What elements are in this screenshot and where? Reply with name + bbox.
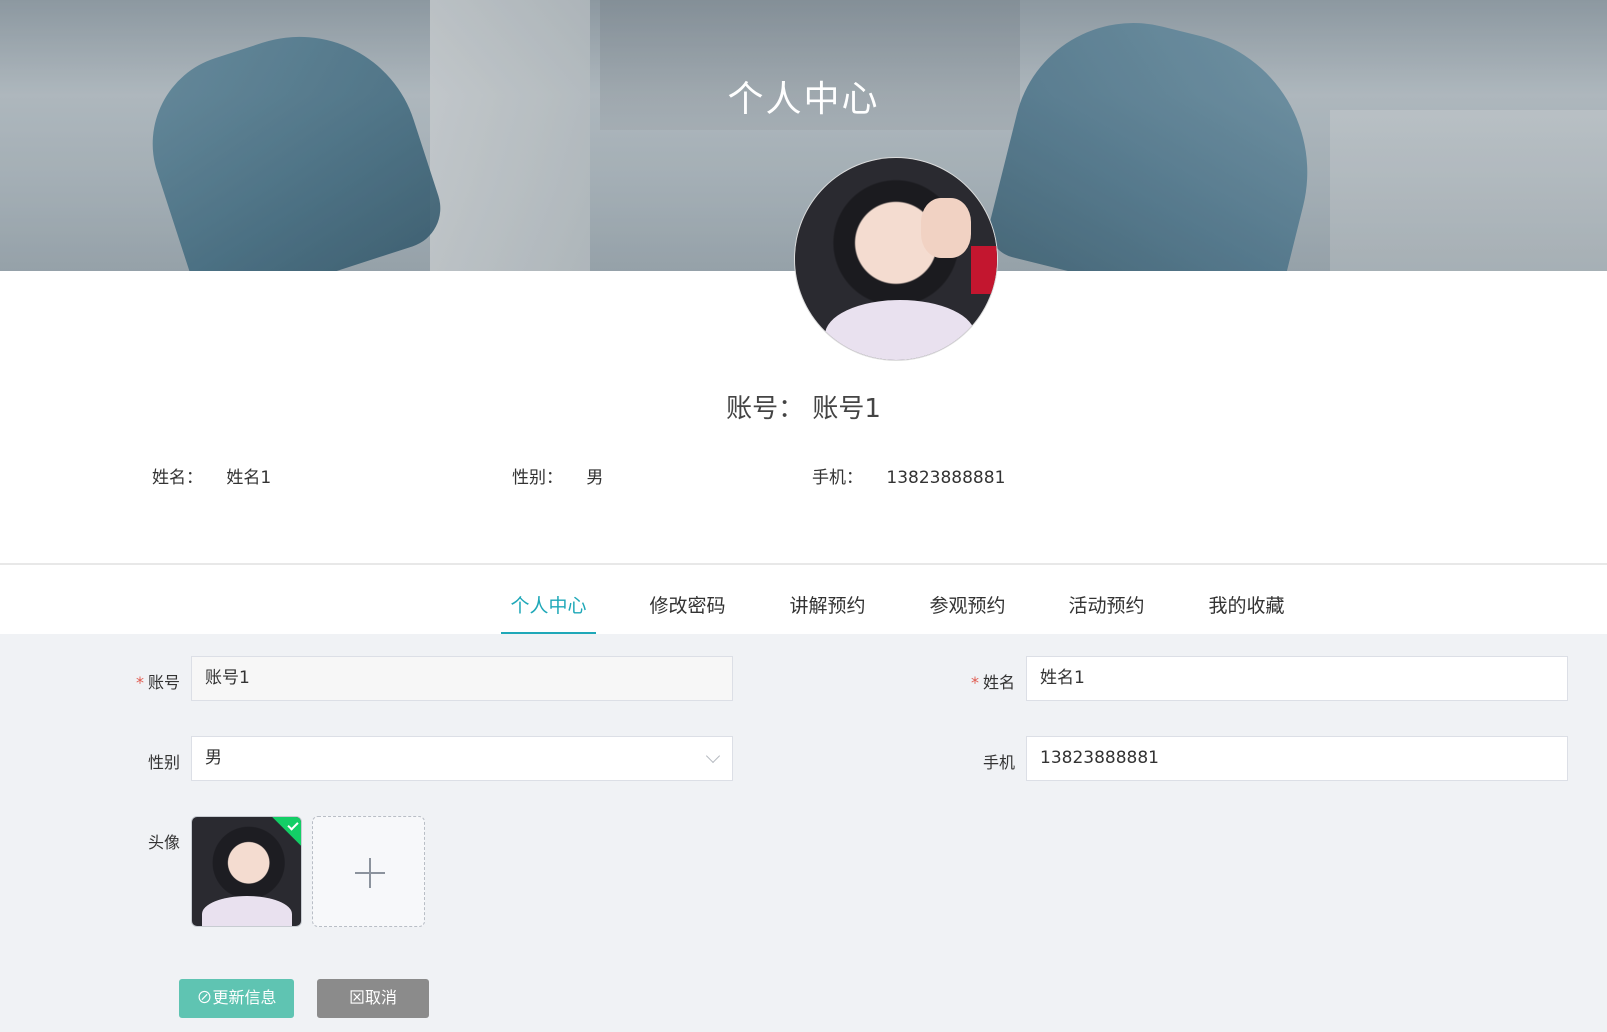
gender-select[interactable]: 男 <box>191 736 733 781</box>
avatar-upload-thumbnail[interactable] <box>191 816 302 927</box>
gender-field-label: 性别 <box>147 753 180 772</box>
name-input[interactable]: 姓名1 <box>1026 656 1568 701</box>
account-heading-value: 账号1 <box>812 394 881 424</box>
upload-success-badge <box>269 817 301 848</box>
required-mark: * <box>970 673 979 692</box>
cancel-button[interactable]: ⊠取消 <box>317 979 429 1018</box>
tab-personal-center[interactable]: 个人中心 <box>501 588 596 634</box>
avatar-upload-button[interactable] <box>312 816 425 927</box>
profile-gender: 性别： 男 <box>512 463 603 488</box>
page-title: 个人中心 <box>727 79 880 120</box>
required-mark: * <box>135 673 144 692</box>
gender-select-value: 男 <box>205 748 222 768</box>
profile-name: 姓名： 姓名1 <box>152 463 271 488</box>
tab-guide-booking[interactable]: 讲解预约 <box>785 588 870 634</box>
avatar-field-label: 头像 <box>147 833 180 852</box>
profile-form: * 账号 账号1 * 姓名 姓名1 性别 男 手机 13823888881 头像 ⊘… <box>0 634 1607 1032</box>
profile-phone-value: 13823888881 <box>886 468 1006 488</box>
profile-phone-label: 手机： <box>812 468 863 488</box>
phone-field-label: 手机 <box>982 753 1015 772</box>
close-square-icon: ⊠ <box>348 990 365 1007</box>
account-heading-label: 账号： <box>726 394 805 424</box>
profile-name-label: 姓名： <box>152 468 203 488</box>
name-field-label: * 姓名 <box>970 673 1015 692</box>
phone-input[interactable]: 13823888881 <box>1026 736 1568 781</box>
tab-visit-booking[interactable]: 参观预约 <box>925 588 1010 634</box>
profile-phone: 手机： 13823888881 <box>812 463 1005 488</box>
account-field-label: * 账号 <box>135 673 180 692</box>
profile-gender-value: 男 <box>586 468 604 488</box>
profile-avatar <box>795 158 997 360</box>
profile-name-value: 姓名1 <box>226 468 272 488</box>
profile-gender-label: 性别： <box>512 468 563 488</box>
section-divider <box>0 563 1607 565</box>
account-input[interactable]: 账号1 <box>191 656 733 701</box>
chevron-down-icon <box>705 748 721 764</box>
tab-activity-booking[interactable]: 活动预约 <box>1064 588 1149 634</box>
tab-change-password[interactable]: 修改密码 <box>645 588 730 634</box>
check-circle-icon: ⊘ <box>196 990 213 1007</box>
account-heading: 账号： 账号1 <box>0 388 1607 425</box>
tab-my-favorites[interactable]: 我的收藏 <box>1204 588 1289 634</box>
update-info-button[interactable]: ⊘更新信息 <box>179 979 294 1018</box>
profile-tabs: 个人中心 修改密码 讲解预约 参观预约 活动预约 我的收藏 <box>0 588 1607 634</box>
